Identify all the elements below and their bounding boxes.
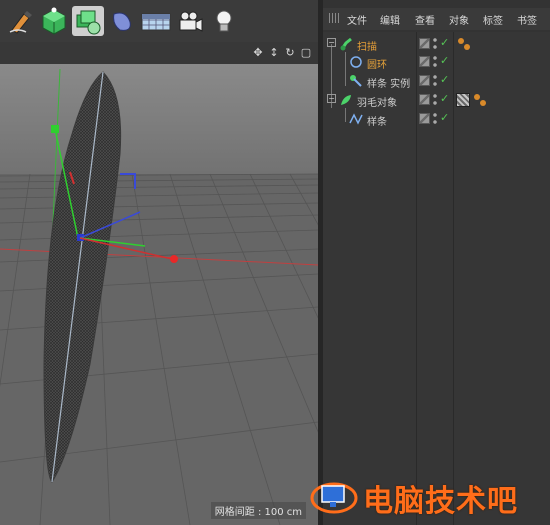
sweep-icon — [340, 37, 352, 51]
enabled-check-icon[interactable]: ✓ — [440, 73, 449, 86]
menu-file[interactable]: 文件 — [347, 12, 367, 27]
visibility-dots-icon[interactable] — [433, 37, 437, 50]
layer-toggle-icon[interactable] — [419, 113, 430, 124]
menu-view[interactable]: 查看 — [415, 12, 435, 27]
visibility-dots-icon[interactable] — [433, 112, 437, 125]
watermark-logo-icon — [310, 482, 358, 514]
light-tool-button[interactable] — [208, 6, 240, 36]
grid-spacing-label: 网格间距 : 100 cm — [210, 502, 306, 519]
collapse-toggle-icon[interactable]: − — [327, 94, 336, 103]
menu-tags[interactable]: 标签 — [483, 12, 503, 27]
layer-toggle-icon[interactable] — [419, 38, 430, 49]
site-watermark: 电脑技术吧 — [308, 466, 550, 525]
object-row-sweep[interactable]: − 扫描 ✓ — [323, 35, 550, 53]
floor-tool-button[interactable] — [140, 6, 172, 36]
menu-objects[interactable]: 对象 — [449, 12, 469, 27]
object-row-feather[interactable]: − 羽毛对象 ✓ — [323, 91, 550, 109]
object-row-spline-instance[interactable]: 样条 实例 ✓ — [323, 72, 550, 90]
move-view-icon[interactable]: ✥ — [252, 46, 264, 60]
pen-tool-button[interactable] — [4, 6, 36, 36]
menu-edit[interactable]: 编辑 — [380, 12, 400, 27]
visibility-dots-icon[interactable] — [433, 93, 437, 106]
viewport-header: ✥ ↕ ↻ ▢ — [0, 42, 318, 65]
spline-icon — [349, 113, 363, 125]
material-tag-icon[interactable] — [456, 93, 470, 107]
object-name[interactable]: 羽毛对象 — [357, 94, 397, 109]
enabled-check-icon[interactable]: ✓ — [440, 111, 449, 124]
panel-grip-icon[interactable] — [329, 13, 339, 23]
main-toolbar — [0, 0, 318, 43]
circle-spline-icon — [350, 56, 362, 68]
enabled-check-icon[interactable]: ✓ — [440, 92, 449, 105]
layer-toggle-icon[interactable] — [419, 56, 430, 67]
visibility-dots-icon[interactable] — [433, 74, 437, 87]
enabled-check-icon[interactable]: ✓ — [440, 54, 449, 67]
feather-object-icon — [341, 95, 351, 105]
spline-instance-icon — [350, 75, 362, 87]
object-name[interactable]: 圆环 — [367, 56, 387, 71]
nurbs-icon — [76, 10, 101, 35]
viewport-scene — [0, 64, 318, 525]
nurbs-tool-button[interactable] — [72, 6, 104, 36]
phong-tag-icon[interactable] — [473, 93, 487, 107]
visibility-dots-icon[interactable] — [433, 55, 437, 68]
light-bulb-icon — [216, 10, 232, 32]
object-name[interactable]: 样条 — [367, 113, 387, 128]
object-manager-menu: 文件 编辑 查看 对象 标签 书签 — [323, 8, 550, 30]
enabled-check-icon[interactable]: ✓ — [440, 36, 449, 49]
object-name[interactable]: 扫描 — [357, 38, 377, 53]
object-name[interactable]: 样条 实例 — [367, 75, 410, 90]
cube-icon — [42, 7, 66, 35]
layer-toggle-icon[interactable] — [419, 75, 430, 86]
toggle-view-icon[interactable]: ▢ — [300, 46, 312, 60]
watermark-text: 电脑技术吧 — [363, 484, 518, 519]
object-row-circle[interactable]: 圆环 ✓ — [323, 53, 550, 71]
floor-icon — [141, 13, 171, 31]
deformer-icon — [113, 12, 131, 31]
deformer-tool-button[interactable] — [106, 6, 138, 36]
rotate-view-icon[interactable]: ↻ — [284, 46, 296, 60]
pen-icon — [9, 11, 32, 34]
dolly-view-icon[interactable]: ↕ — [268, 46, 280, 60]
object-row-spline[interactable]: 样条 ✓ — [323, 110, 550, 128]
collapse-toggle-icon[interactable]: − — [327, 38, 336, 47]
camera-icon — [179, 11, 203, 32]
menu-bookmarks[interactable]: 书签 — [517, 12, 537, 27]
phong-tag-icon[interactable] — [457, 37, 471, 51]
object-manager-panel: 文件 编辑 查看 对象 标签 书签 − 扫描 ✓ 圆环 ✓ 样条 实例 ✓ − … — [323, 0, 550, 525]
3d-viewport[interactable]: 网格间距 : 100 cm — [0, 64, 318, 525]
layer-toggle-icon[interactable] — [419, 94, 430, 105]
camera-tool-button[interactable] — [174, 6, 206, 36]
cube-tool-button[interactable] — [38, 6, 70, 36]
